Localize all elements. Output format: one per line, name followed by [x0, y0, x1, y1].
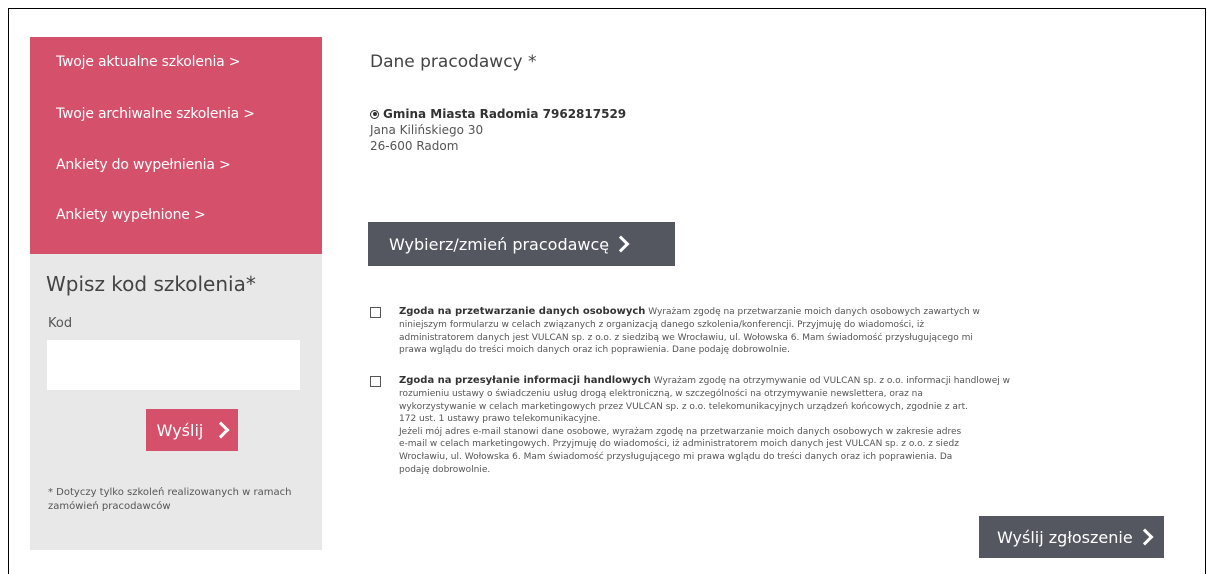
employer-section-title: Dane pracodawcy * — [370, 52, 537, 72]
send-code-label: Wyślij — [156, 420, 204, 440]
send-code-button[interactable]: Wyślij — [146, 409, 238, 451]
sidebar-nav: Twoje aktualne szkolenia > Twoje archiwa… — [30, 37, 322, 254]
consent-line: podaję dobrowolnie. — [399, 464, 491, 475]
training-code-input[interactable] — [47, 340, 300, 390]
consent-line: Wyrażam zgodę na otrzymywanie od VULCAN … — [653, 376, 1010, 386]
employer-street: Jana Kilińskiego 30 — [370, 123, 484, 138]
employer-city: 26-600 Radom — [370, 139, 459, 154]
consent-personal-data-text: Zgoda na przetwarzanie danych osobowych … — [399, 305, 1043, 357]
sidebar-item-archived-trainings[interactable]: Twoje archiwalne szkolenia > — [56, 106, 255, 122]
choose-employer-label: Wybierz/zmień pracodawcę — [389, 234, 610, 254]
consent-line: e-mail w celach marketingowych. Przyjmuj… — [399, 439, 959, 450]
radio-selected-icon[interactable] — [370, 109, 379, 119]
consent-line: Jeżeli mój adres e-mail stanowi dane oso… — [399, 426, 962, 437]
consent-marketing-checkbox[interactable] — [370, 376, 381, 387]
employer-name: Gmina Miasta Radomia 7962817529 — [383, 107, 627, 121]
consent-line: niniejszym formularzu w celach związanyc… — [399, 320, 925, 330]
consent-line: Wrocławiu, ul. Wołowska 6. Mam świadomoś… — [399, 451, 953, 462]
consent-line: Wyrażam zgodę na przetwarzanie moich dan… — [648, 307, 980, 317]
consent-line: rozumieniu ustawy o świadczeniu usług dr… — [399, 389, 923, 399]
consent-line: prawa wglądu do treści moich danych oraz… — [399, 345, 790, 356]
submit-label: Wyślij zgłoszenie — [997, 527, 1133, 547]
employer-details: Gmina Miasta Radomia 7962817529 Jana Kil… — [370, 106, 626, 155]
consent-line: administratorem danych jest VULCAN sp. z… — [399, 332, 973, 343]
sidebar-item-surveys-filled[interactable]: Ankiety wypełnione > — [56, 207, 206, 223]
consent-title: Zgoda na przesyłanie informacji handlowy… — [399, 375, 651, 386]
chevron-right-icon — [212, 421, 230, 439]
training-code-title: Wpisz kod szkolenia* — [46, 272, 256, 296]
choose-employer-button[interactable]: Wybierz/zmień pracodawcę — [368, 222, 675, 266]
consent-title: Zgoda na przetwarzanie danych osobowych — [399, 306, 646, 317]
chevron-right-icon — [1136, 528, 1154, 546]
consent-line: wykorzystywanie w celach marketingowych … — [399, 401, 969, 412]
employer-option[interactable]: Gmina Miasta Radomia 7962817529 — [370, 106, 626, 122]
sidebar-item-surveys-to-fill[interactable]: Ankiety do wypełnienia > — [56, 157, 231, 173]
sidebar: Twoje aktualne szkolenia > Twoje archiwa… — [30, 37, 322, 550]
consent-line: 172 ust. 1 ustawy prawo telekomunikacyjn… — [399, 414, 601, 425]
consent-marketing-text: Zgoda na przesyłanie informacji handlowy… — [399, 374, 1043, 476]
code-label: Kod — [48, 316, 73, 331]
code-note: * Dotyczy tylko szkoleń realizowanych w … — [48, 487, 292, 512]
training-code-panel: Wpisz kod szkolenia* Kod Wyślij * Dotycz… — [30, 254, 322, 550]
sidebar-item-current-trainings[interactable]: Twoje aktualne szkolenia > — [56, 54, 241, 70]
consent-personal-data-checkbox[interactable] — [370, 307, 381, 318]
submit-application-button[interactable]: Wyślij zgłoszenie — [979, 516, 1164, 558]
chevron-right-icon — [612, 235, 630, 253]
